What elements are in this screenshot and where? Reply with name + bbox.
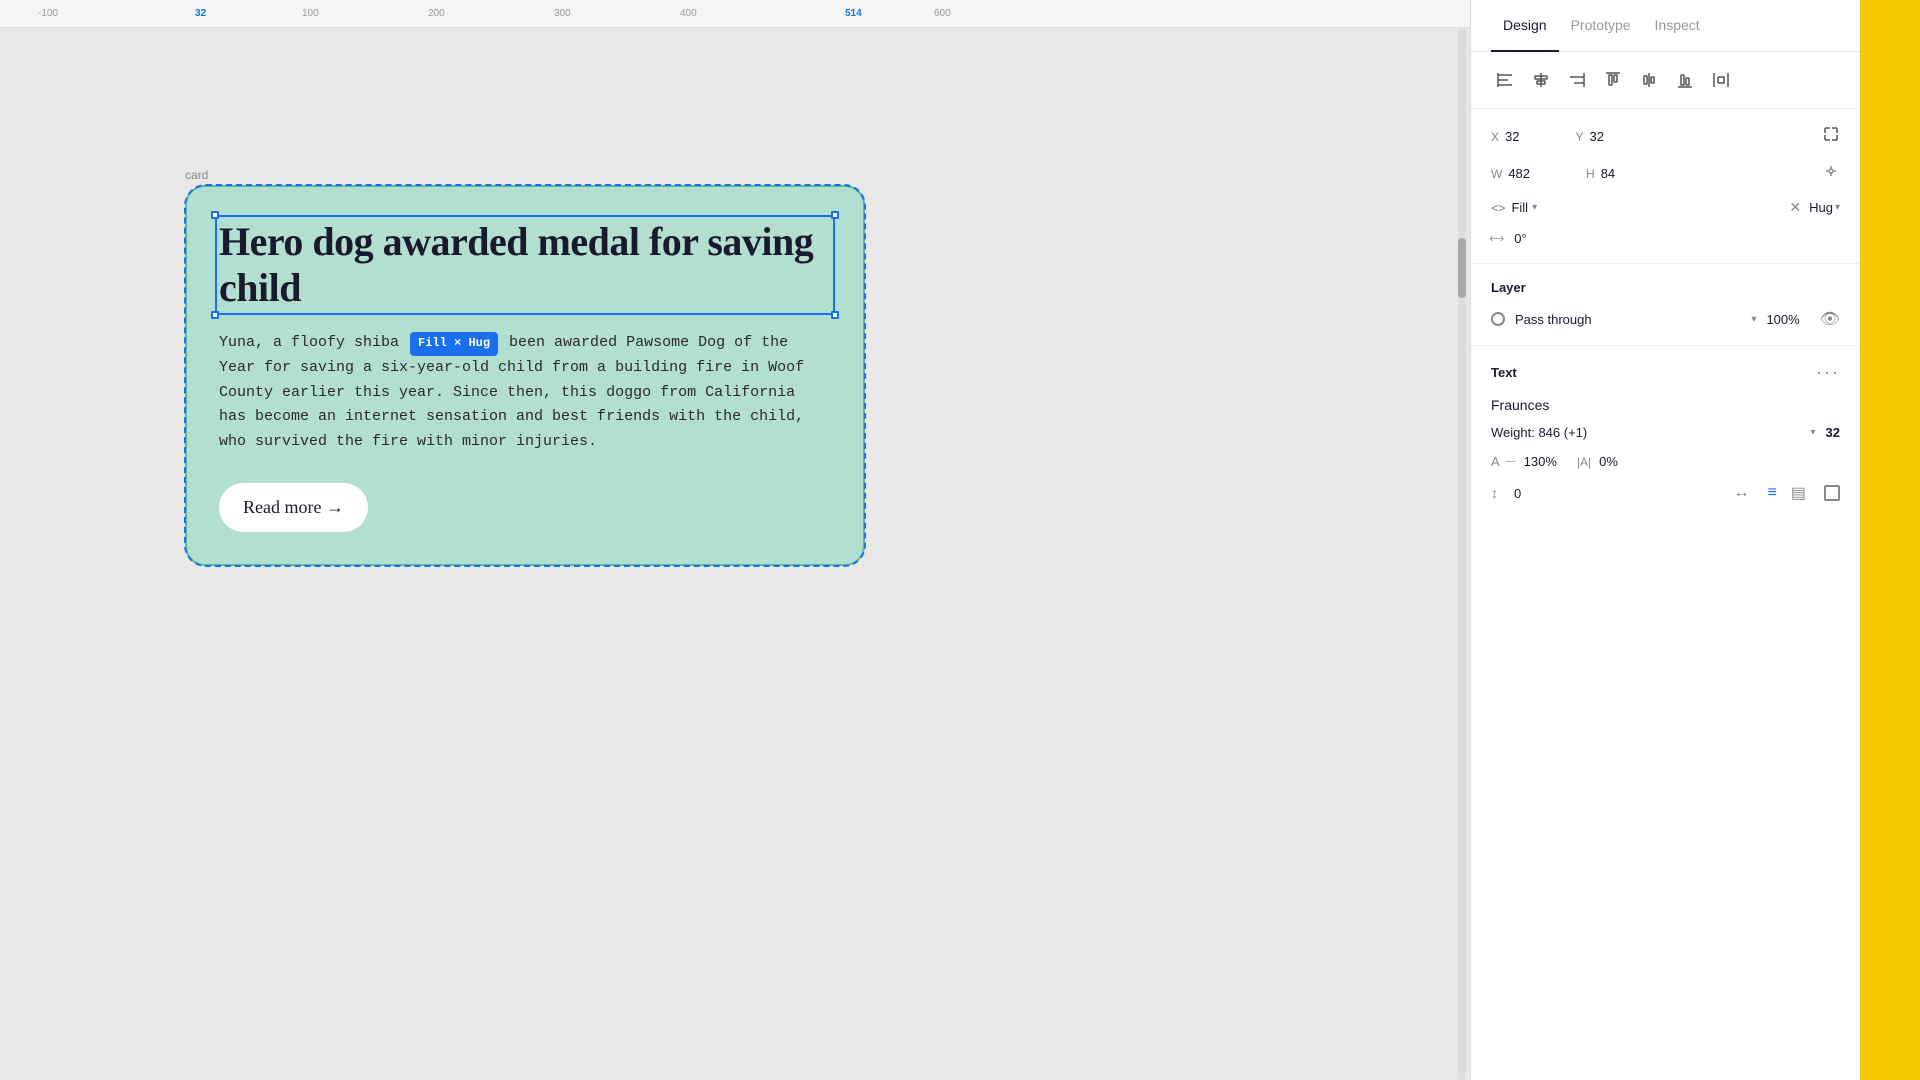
line-spacing-overline: — xyxy=(1506,456,1516,467)
ruler-mark: 400 xyxy=(680,8,697,19)
ruler-mark: 600 xyxy=(934,8,951,19)
align-top-button[interactable] xyxy=(1599,66,1627,94)
char-spacing-group: |A| 0% xyxy=(1577,454,1618,469)
tab-design[interactable]: Design xyxy=(1491,1,1559,52)
properties-panel: X 32 Y 32 W 482 H 84 xyxy=(1471,109,1860,264)
text-align-right-icon[interactable]: ▤ xyxy=(1791,483,1806,503)
char-spacing-value[interactable]: 0% xyxy=(1599,454,1618,469)
canvas-scrollbar[interactable] xyxy=(1458,28,1466,1080)
ruler-mark: 300 xyxy=(554,8,571,19)
weight-row: Weight: 846 (+1) ▾ 32 xyxy=(1491,425,1840,440)
align-bottom-button[interactable] xyxy=(1671,66,1699,94)
ruler-mark: 200 xyxy=(428,8,445,19)
fill-x-icon[interactable]: ✕ xyxy=(1789,199,1801,216)
wh-row: W 482 H 84 xyxy=(1491,162,1840,185)
layer-mode-arrow[interactable]: ▾ xyxy=(1751,314,1756,325)
char-spacing-icon: |A| xyxy=(1577,455,1591,469)
line-spacing-group: A — 130% xyxy=(1491,454,1557,469)
h-group: H 84 xyxy=(1586,166,1615,181)
fill-hug-label[interactable]: Hug xyxy=(1809,200,1833,215)
y-value[interactable]: 32 xyxy=(1590,129,1604,144)
title-selection-box[interactable]: Hero dog awarded medal for saving child xyxy=(219,219,831,311)
ruler: -100 32 100 200 300 400 514 600 xyxy=(0,0,1470,28)
line-height-icon: ↕ xyxy=(1491,485,1498,501)
ruler-mark: 100 xyxy=(302,8,319,19)
read-more-button[interactable]: Read more → xyxy=(219,483,368,532)
ruler-mark-active-2: 514 xyxy=(845,8,862,19)
arrow-left-right-icon[interactable]: ↔ xyxy=(1734,484,1750,502)
x-group: X 32 xyxy=(1491,129,1519,144)
h-label: H xyxy=(1586,167,1595,181)
line-height-value[interactable]: 0 xyxy=(1514,486,1521,501)
angle-icon: ⤢ xyxy=(1487,229,1507,249)
card-body: Yuna, a floofy shiba Fill × Hug been awa… xyxy=(219,331,831,455)
line-spacing-icon: A xyxy=(1491,454,1500,469)
w-group: W 482 xyxy=(1491,166,1530,181)
line-spacing-value[interactable]: 130% xyxy=(1524,454,1557,469)
text-metrics-row: A — 130% |A| 0% xyxy=(1491,454,1840,469)
layer-circle-icon xyxy=(1491,312,1505,326)
tab-inspect[interactable]: Inspect xyxy=(1643,1,1712,52)
align-center-h-button[interactable] xyxy=(1527,66,1555,94)
fill-hug-badge: Fill × Hug xyxy=(410,332,498,356)
layer-row: Pass through ▾ 100% 👁 xyxy=(1491,309,1840,329)
fill-dropdown-arrow[interactable]: ▾ xyxy=(1532,202,1537,213)
handle-bottom-left[interactable] xyxy=(211,311,219,319)
layer-visibility-icon[interactable]: 👁 xyxy=(1820,309,1840,329)
card-wrapper: Hero dog awarded medal for saving child … xyxy=(185,185,865,566)
layer-opacity[interactable]: 100% xyxy=(1766,312,1799,327)
font-name[interactable]: Fraunces xyxy=(1491,397,1840,413)
canvas: -100 32 100 200 300 400 514 600 card Her… xyxy=(0,0,1470,1080)
constraint-icon[interactable] xyxy=(1822,162,1840,185)
angle-row: ⤢ 0° xyxy=(1491,230,1840,247)
card-title: Hero dog awarded medal for saving child xyxy=(219,219,831,311)
layer-section: Layer Pass through ▾ 100% 👁 xyxy=(1471,264,1860,346)
xy-row: X 32 Y 32 xyxy=(1491,125,1840,148)
tab-prototype[interactable]: Prototype xyxy=(1559,1,1643,52)
layer-section-title: Layer xyxy=(1491,280,1840,295)
h-value[interactable]: 84 xyxy=(1601,166,1615,181)
ruler-mark-active: 32 xyxy=(195,8,206,19)
x-label: X xyxy=(1491,130,1499,144)
align-middle-v-button[interactable] xyxy=(1635,66,1663,94)
w-value[interactable]: 482 xyxy=(1508,166,1530,181)
align-toolbar xyxy=(1471,52,1860,109)
w-label: W xyxy=(1491,167,1502,181)
layer-mode-select[interactable]: Pass through xyxy=(1515,312,1739,327)
handle-top-left[interactable] xyxy=(211,211,219,219)
fill-label[interactable]: Fill xyxy=(1511,200,1528,215)
ruler-mark: -100 xyxy=(38,8,58,19)
x-value[interactable]: 32 xyxy=(1505,129,1519,144)
text-box-icon[interactable] xyxy=(1824,485,1840,501)
angle-value[interactable]: 0° xyxy=(1514,231,1526,246)
fill-code-icon: <> xyxy=(1491,201,1505,215)
handle-bottom-right[interactable] xyxy=(831,311,839,319)
text-section: Text ··· Fraunces Weight: 846 (+1) ▾ 32 … xyxy=(1471,346,1860,519)
distribute-button[interactable] xyxy=(1707,66,1735,94)
ruler-marks: -100 32 100 200 300 400 514 600 xyxy=(0,0,1470,27)
weight-label[interactable]: Weight: 846 (+1) xyxy=(1491,425,1799,440)
fill-row: <> Fill ▾ ✕ Hug ▾ xyxy=(1491,199,1840,216)
text-options-icon[interactable]: ··· xyxy=(1816,362,1840,383)
card-component[interactable]: Hero dog awarded medal for saving child … xyxy=(185,185,865,566)
font-size-value[interactable]: 32 xyxy=(1826,425,1840,440)
y-label: Y xyxy=(1575,130,1583,144)
right-panel: Design Prototype Inspect xyxy=(1470,0,1860,1080)
weight-dropdown-arrow[interactable]: ▾ xyxy=(1811,427,1816,438)
card-label: card xyxy=(185,168,208,182)
text-section-title: Text xyxy=(1491,365,1816,380)
yellow-accent-bar xyxy=(1860,0,1920,1080)
text-align-left-icon[interactable]: ≡ xyxy=(1768,484,1777,502)
canvas-scrollbar-thumb[interactable] xyxy=(1458,238,1466,298)
resize-icon[interactable] xyxy=(1822,125,1840,148)
text-bottom-row: ↕ 0 ↔ ≡ ▤ xyxy=(1491,483,1840,503)
align-left-button[interactable] xyxy=(1491,66,1519,94)
text-section-header: Text ··· xyxy=(1491,362,1840,383)
panel-tabs: Design Prototype Inspect xyxy=(1471,0,1860,52)
hug-dropdown-arrow[interactable]: ▾ xyxy=(1835,202,1840,213)
handle-top-right[interactable] xyxy=(831,211,839,219)
y-group: Y 32 xyxy=(1575,129,1603,144)
align-right-button[interactable] xyxy=(1563,66,1591,94)
